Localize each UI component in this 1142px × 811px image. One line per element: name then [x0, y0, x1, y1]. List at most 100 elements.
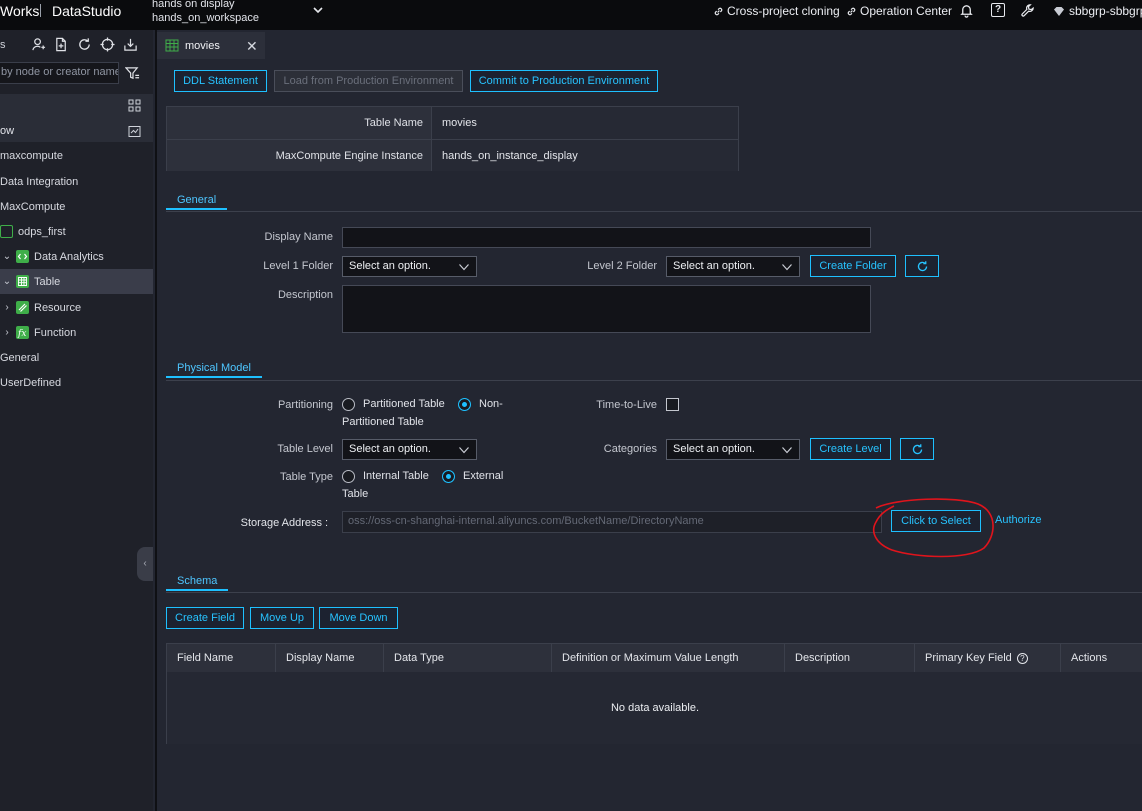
- tree-item-function[interactable]: › fx Function: [0, 320, 153, 345]
- external-table-radio[interactable]: [442, 470, 455, 483]
- tree-item-label: Data Analytics: [34, 250, 104, 263]
- tree-item-general[interactable]: General: [0, 345, 153, 370]
- refresh-folder-button[interactable]: [905, 255, 939, 277]
- wrench-icon[interactable]: [1020, 3, 1035, 18]
- table-level-value: Select an option.: [349, 443, 431, 455]
- operation-center-link[interactable]: Operation Center: [846, 4, 952, 18]
- workspace-name[interactable]: hands_on_workspace: [152, 12, 259, 24]
- partitioned-table-label[interactable]: Partitioned Table: [363, 398, 445, 410]
- account-menu[interactable]: sbbgrp-sbbgrp: [1053, 4, 1142, 18]
- external-table-label-line2[interactable]: Table: [342, 488, 368, 500]
- external-table-label-line1[interactable]: External: [463, 470, 503, 482]
- table-icon: [16, 275, 29, 288]
- section-divider: [166, 211, 1142, 212]
- bell-icon[interactable]: [959, 3, 974, 18]
- locate-icon[interactable]: [100, 37, 115, 52]
- chevron-down-icon[interactable]: ⌄: [2, 276, 12, 287]
- storage-address-input[interactable]: oss://oss-cn-shanghai-internal.aliyuncs.…: [342, 511, 882, 533]
- tree-item-maxcompute[interactable]: maxcompute: [0, 143, 153, 168]
- code-icon: [16, 250, 29, 263]
- tab-schema[interactable]: Schema: [166, 571, 229, 591]
- non-partitioned-label-line1[interactable]: Non-: [479, 398, 503, 410]
- authorize-link[interactable]: Authorize: [995, 514, 1041, 526]
- internal-table-label[interactable]: Internal Table: [363, 470, 429, 482]
- column-header: Definition or Maximum Value Length: [552, 644, 785, 672]
- create-field-button[interactable]: Create Field: [166, 607, 244, 629]
- tree-item-label: Function: [34, 326, 77, 339]
- internal-table-radio[interactable]: [342, 470, 355, 483]
- help-icon[interactable]: ?: [991, 3, 1005, 17]
- tree-item-odps-first[interactable]: odps_first: [0, 219, 153, 244]
- tab-physical-model[interactable]: Physical Model: [166, 358, 262, 378]
- tab-general[interactable]: General: [166, 190, 228, 210]
- refresh-icon[interactable]: [77, 37, 92, 52]
- description-label: Description: [277, 289, 333, 301]
- move-down-button[interactable]: Move Down: [319, 607, 398, 629]
- load-from-production-button[interactable]: Load from Production Environment: [274, 70, 463, 92]
- display-name-input[interactable]: [342, 227, 871, 248]
- non-partitioned-table-radio[interactable]: [458, 398, 471, 411]
- diamond-avatar-icon: [1054, 6, 1064, 16]
- storage-address-colon: :: [324, 517, 328, 529]
- partitioned-table-radio[interactable]: [342, 398, 355, 411]
- cross-project-cloning-link[interactable]: Cross-project cloning: [713, 4, 840, 18]
- grid-icon[interactable]: [128, 99, 141, 112]
- storage-address-label: Storage Address: [240, 517, 322, 529]
- section-divider: [166, 592, 1142, 593]
- brand-logo-text: Works: [0, 3, 40, 19]
- sidebar-search-input[interactable]: by node or creator name: [0, 62, 119, 84]
- help-circle-icon[interactable]: ?: [1016, 652, 1028, 664]
- tree-item-data-analytics[interactable]: ⌄ Data Analytics: [0, 244, 153, 269]
- commit-to-production-button[interactable]: Commit to Production Environment: [470, 70, 658, 92]
- tree-item-resource[interactable]: › Resource: [0, 295, 153, 320]
- workspace-display-name[interactable]: hands on display: [152, 0, 235, 10]
- tree-item-data-integration[interactable]: Data Integration: [0, 169, 153, 194]
- operation-center-label: Operation Center: [860, 4, 953, 18]
- sidebar-divider: [155, 30, 157, 811]
- refresh-level-button[interactable]: [900, 438, 934, 460]
- refresh-icon: [917, 260, 927, 271]
- brand-divider: [40, 4, 41, 17]
- chevron-down-icon: [459, 264, 469, 271]
- product-name[interactable]: DataStudio: [52, 3, 121, 19]
- tree-item-userdefined[interactable]: UserDefined: [0, 370, 153, 395]
- refresh-icon: [912, 443, 922, 454]
- non-partitioned-label-line2[interactable]: Partitioned Table: [342, 416, 424, 428]
- resource-icon: [16, 301, 29, 314]
- move-up-button[interactable]: Move Up: [250, 607, 314, 629]
- sidebar-collapse-handle[interactable]: ‹: [137, 547, 153, 581]
- time-to-live-checkbox[interactable]: [666, 398, 679, 411]
- primary-key-header: Primary Key Field ?: [915, 644, 1061, 672]
- add-user-icon[interactable]: [31, 37, 46, 52]
- filter-icon[interactable]: [125, 66, 140, 81]
- categories-value: Select an option.: [673, 443, 755, 455]
- level2-folder-select[interactable]: Select an option.: [666, 256, 800, 277]
- sidebar-title: s: [0, 39, 6, 51]
- tree-item-label: Table: [34, 275, 61, 288]
- table-type-label: Table Type: [279, 471, 333, 483]
- tree-item-table[interactable]: ⌄ Table: [0, 269, 153, 294]
- new-file-icon[interactable]: [54, 37, 69, 52]
- ddl-statement-button[interactable]: DDL Statement: [174, 70, 267, 92]
- table-level-select[interactable]: Select an option.: [342, 439, 477, 460]
- tree-item-maxcompute-engine[interactable]: MaxCompute: [0, 194, 153, 219]
- column-header: Description: [785, 644, 915, 672]
- close-icon[interactable]: ✕: [246, 38, 258, 55]
- column-header: Display Name: [276, 644, 384, 672]
- table-name-value: movies: [431, 107, 738, 139]
- tree-item-label: Data Integration: [0, 175, 79, 188]
- create-folder-button[interactable]: Create Folder: [810, 255, 896, 277]
- categories-select[interactable]: Select an option.: [666, 439, 800, 460]
- create-level-button[interactable]: Create Level: [810, 438, 891, 460]
- chevron-down-icon[interactable]: [312, 4, 324, 16]
- chevron-right-icon[interactable]: ›: [2, 327, 12, 338]
- view-toggle-icon[interactable]: [128, 125, 141, 138]
- chevron-right-icon[interactable]: ›: [2, 302, 12, 313]
- import-icon[interactable]: [123, 37, 138, 52]
- level1-folder-select[interactable]: Select an option.: [342, 256, 477, 277]
- table-icon: [165, 39, 179, 52]
- chevron-down-icon[interactable]: ⌄: [2, 251, 12, 262]
- description-textarea[interactable]: [342, 285, 871, 333]
- tab-label: movies: [185, 39, 220, 52]
- column-header: Actions: [1071, 652, 1108, 664]
